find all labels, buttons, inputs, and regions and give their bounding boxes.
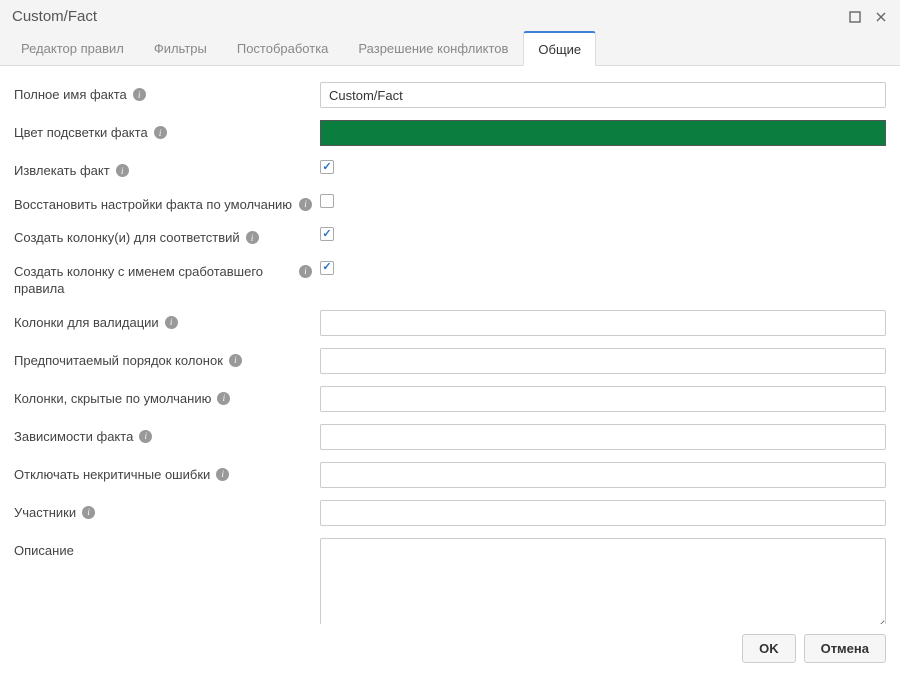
dialog-title: Custom/Fact	[12, 8, 848, 25]
extract-fact-checkbox[interactable]	[320, 160, 334, 174]
tab-general[interactable]: Общие	[523, 31, 596, 66]
row-validation-cols: Колонки для валидации i	[14, 304, 886, 342]
row-suppress-noncrit: Отключать некритичные ошибки i	[14, 456, 886, 494]
close-icon[interactable]	[874, 10, 888, 24]
row-description: Описание	[14, 532, 886, 624]
dialog-footer: OK Отмена	[0, 624, 900, 675]
participants-input[interactable]	[320, 500, 886, 526]
label-hidden-cols: Колонки, скрытые по умолчанию i	[14, 386, 320, 408]
row-dependencies: Зависимости факта i	[14, 418, 886, 456]
label-full-name: Полное имя факта i	[14, 82, 320, 104]
info-icon[interactable]: i	[82, 506, 95, 519]
info-icon[interactable]: i	[246, 231, 259, 244]
info-icon[interactable]: i	[229, 354, 242, 367]
label-description: Описание	[14, 538, 320, 560]
label-extract-fact: Извлекать факт i	[14, 158, 320, 180]
label-preferred-order: Предпочитаемый порядок колонок i	[14, 348, 320, 370]
highlight-color-swatch[interactable]	[320, 120, 886, 146]
full-name-input[interactable]	[320, 82, 886, 108]
label-restore-defaults: Восстановить настройки факта по умолчани…	[14, 192, 320, 214]
label-dependencies: Зависимости факта i	[14, 424, 320, 446]
tabs: Редактор правил Фильтры Постобработка Ра…	[0, 31, 900, 66]
restore-defaults-checkbox[interactable]	[320, 194, 334, 208]
ok-button[interactable]: OK	[742, 634, 796, 663]
validation-cols-input[interactable]	[320, 310, 886, 336]
label-create-rule-col: Создать колонку с именем сработавшего пр…	[14, 259, 320, 298]
hidden-cols-input[interactable]	[320, 386, 886, 412]
tab-rule-editor[interactable]: Редактор правил	[6, 31, 139, 66]
maximize-icon[interactable]	[848, 10, 862, 24]
label-validation-cols: Колонки для валидации i	[14, 310, 320, 332]
row-create-rule-col: Создать колонку с именем сработавшего пр…	[14, 253, 886, 304]
info-icon[interactable]: i	[116, 164, 129, 177]
info-icon[interactable]: i	[299, 265, 312, 278]
description-textarea[interactable]	[320, 538, 886, 624]
preferred-order-input[interactable]	[320, 348, 886, 374]
info-icon[interactable]: i	[217, 392, 230, 405]
tab-filters[interactable]: Фильтры	[139, 31, 222, 66]
dialog: Custom/Fact Редактор правил Фильтры Пост…	[0, 0, 900, 675]
suppress-noncrit-input[interactable]	[320, 462, 886, 488]
dialog-header: Custom/Fact	[0, 0, 900, 31]
cancel-button[interactable]: Отмена	[804, 634, 886, 663]
form-body: Полное имя факта i Цвет подсветки факта …	[0, 66, 900, 624]
info-icon[interactable]: i	[165, 316, 178, 329]
label-participants: Участники i	[14, 500, 320, 522]
create-match-cols-checkbox[interactable]	[320, 227, 334, 241]
label-highlight-color: Цвет подсветки факта i	[14, 120, 320, 142]
create-rule-col-checkbox[interactable]	[320, 261, 334, 275]
dependencies-input[interactable]	[320, 424, 886, 450]
header-icons	[848, 10, 888, 24]
row-highlight-color: Цвет подсветки факта i	[14, 114, 886, 152]
label-suppress-noncrit: Отключать некритичные ошибки i	[14, 462, 320, 484]
row-restore-defaults: Восстановить настройки факта по умолчани…	[14, 186, 886, 220]
tab-conflict-resolution[interactable]: Разрешение конфликтов	[343, 31, 523, 66]
row-create-match-cols: Создать колонку(и) для соответствий i	[14, 219, 886, 253]
tab-postprocessing[interactable]: Постобработка	[222, 31, 344, 66]
info-icon[interactable]: i	[154, 126, 167, 139]
row-preferred-order: Предпочитаемый порядок колонок i	[14, 342, 886, 380]
row-extract-fact: Извлекать факт i	[14, 152, 886, 186]
info-icon[interactable]: i	[133, 88, 146, 101]
info-icon[interactable]: i	[139, 430, 152, 443]
info-icon[interactable]: i	[216, 468, 229, 481]
info-icon[interactable]: i	[299, 198, 312, 211]
row-full-name: Полное имя факта i	[14, 76, 886, 114]
row-participants: Участники i	[14, 494, 886, 532]
label-create-match-cols: Создать колонку(и) для соответствий i	[14, 225, 320, 247]
row-hidden-cols: Колонки, скрытые по умолчанию i	[14, 380, 886, 418]
